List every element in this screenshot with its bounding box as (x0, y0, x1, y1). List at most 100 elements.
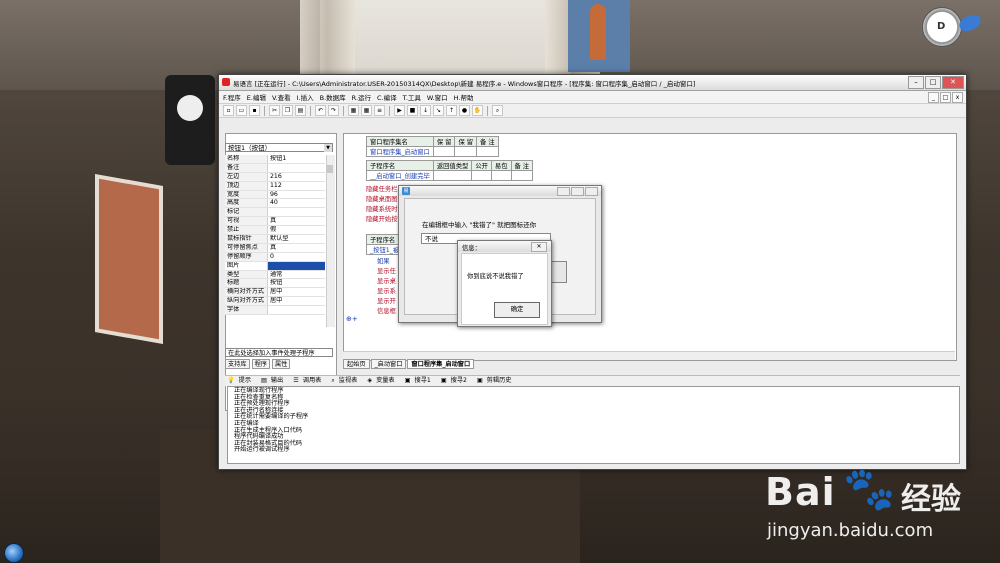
component-selector[interactable]: 按钮1（按钮） ▼ (225, 143, 333, 152)
menu-tools[interactable]: T.工具 (403, 92, 421, 102)
output-panel[interactable]: 正在编译现行程序 正在检查重复名称 正在预处理现行程序 正在进行名称连接 正在统… (227, 386, 960, 464)
menu-database[interactable]: B.数据库 (320, 92, 346, 102)
save-icon[interactable]: ▪ (249, 105, 260, 116)
tab-support-library[interactable]: 支持库 (225, 359, 250, 369)
output-line: 正在封装易格式目的代码 (234, 439, 303, 447)
tab-properties[interactable]: 属性 (271, 359, 291, 369)
subroutine-name[interactable]: __启动窗口_创建完毕 (366, 170, 434, 181)
property-scroll-thumb[interactable] (327, 165, 333, 173)
property-row[interactable]: 可视真 (225, 217, 325, 227)
corkboard (95, 174, 163, 344)
code-line[interactable]: 隐藏任务栏 (366, 184, 397, 193)
property-row[interactable]: 标记 (225, 208, 325, 218)
menu-window[interactable]: W.窗口 (427, 92, 448, 102)
message-box-titlebar: 信息： ✕ (458, 241, 551, 252)
property-row[interactable]: 可停留焦点真 (225, 243, 325, 253)
step-into-icon[interactable]: ↓ (420, 105, 431, 116)
paste-icon[interactable]: ▤ (295, 105, 306, 116)
tab-window-assembly[interactable]: 窗口程序集_启动窗口 (407, 359, 475, 369)
property-row[interactable]: 宽度 96 (225, 190, 325, 200)
cut-icon[interactable]: ✂ (269, 105, 280, 116)
dialog-maximize-button[interactable] (571, 187, 584, 196)
dialog-minimize-button[interactable] (557, 187, 570, 196)
menu-edit[interactable]: E.编辑 (247, 92, 266, 102)
stop-icon[interactable]: ■ (407, 105, 418, 116)
hand-icon[interactable]: ✋ (472, 105, 483, 116)
watermark-jingyan: 经验 (901, 482, 961, 517)
property-row[interactable]: 备注 (225, 163, 325, 173)
code-line[interactable]: 隐藏开始按 (366, 214, 397, 223)
property-row[interactable]: 鼠标指针 默认型 (225, 235, 325, 244)
property-row[interactable]: 标题 按钮 (225, 279, 325, 289)
copy-icon[interactable]: ❐ (282, 105, 293, 116)
code-line[interactable]: 显示任 (377, 266, 396, 275)
property-row[interactable]: 类型 通常 (225, 270, 325, 280)
run-icon[interactable]: ▶ (394, 105, 405, 116)
redo-icon[interactable]: ↷ (328, 105, 339, 116)
align-icon[interactable]: ≡ (374, 105, 385, 116)
property-row[interactable]: 顶边 112 (225, 181, 325, 191)
property-row[interactable]: 高度 40 (225, 199, 325, 209)
tab-search2[interactable]: ▣ 搜寻2 (439, 376, 471, 386)
tab-program[interactable]: 程序 (251, 359, 270, 369)
step-over-icon[interactable]: ↘ (433, 105, 444, 116)
tab-startup-window[interactable]: _启动窗口 (370, 359, 407, 369)
event-combo[interactable]: 在此处选择加入事件处理子程序 (225, 348, 333, 357)
message-box: 信息： ✕ 你到底说不说我错了 确定 (457, 240, 552, 327)
start-button[interactable] (4, 543, 24, 563)
property-row[interactable]: 停留顺序 0 (225, 252, 325, 262)
tab-output[interactable]: ▤ 输出 (259, 376, 287, 386)
tab-search1[interactable]: ▣ 搜寻1 (403, 376, 435, 386)
ide-title: 易语言 [正在运行] - C:\Users\Administrator.USER… (233, 80, 696, 88)
grid-icon[interactable]: ▦ (361, 105, 372, 116)
layout-icon[interactable]: ▦ (348, 105, 359, 116)
code-line[interactable]: 显示桌 (377, 276, 396, 285)
if-keyword[interactable]: 如果 (377, 256, 390, 265)
output-tabs: 💡 提示 ▤ 输出 ☰ 调用表 ⌕ 监视表 ◈ 变量表 ▣ 搜寻1 ▣ 搜寻2 … (225, 375, 960, 386)
bird-gadget-icon[interactable] (955, 10, 985, 38)
undo-icon[interactable]: ↶ (315, 105, 326, 116)
dialog-close-button[interactable] (585, 187, 598, 196)
fold-marker-icon[interactable]: ⊕+ (346, 315, 358, 323)
mdi-minimize-button[interactable]: _ (928, 92, 939, 103)
message-box-close-icon[interactable]: ✕ (531, 242, 547, 252)
property-scrollbar[interactable] (326, 155, 335, 327)
ok-button[interactable]: 确定 (494, 302, 540, 318)
property-row[interactable]: 纵向对齐方式 居中 (225, 297, 325, 307)
code-line[interactable]: 隐藏系统时 (366, 204, 397, 213)
property-row[interactable]: 字体 (225, 306, 325, 316)
tab-start-page[interactable]: 起始页 (343, 359, 370, 369)
assembly-name[interactable]: 窗口程序集_启动窗口 (366, 146, 434, 157)
find-icon[interactable]: ⌕ (492, 105, 503, 116)
menu-help[interactable]: H.帮助 (454, 92, 474, 102)
code-line[interactable]: 显示开 (377, 296, 396, 305)
tab-variables[interactable]: ◈ 变量表 (365, 376, 398, 386)
step-out-icon[interactable]: ↑ (446, 105, 457, 116)
minimize-button[interactable]: – (908, 76, 924, 89)
mdi-close-button[interactable]: x (952, 92, 963, 103)
property-row[interactable]: 左边 216 (225, 172, 325, 182)
menu-program[interactable]: F.程序 (223, 92, 241, 102)
menu-view[interactable]: V.查看 (272, 92, 291, 102)
code-line[interactable]: 隐藏桌面图 (366, 194, 397, 203)
property-row[interactable]: 横向对齐方式 居中 (225, 288, 325, 298)
code-line[interactable]: 显示系 (377, 286, 396, 295)
code-line[interactable]: 信息框 (377, 306, 396, 315)
tab-watch[interactable]: ⌕ 监视表 (329, 376, 361, 386)
menu-run[interactable]: R.运行 (352, 92, 371, 102)
mdi-restore-button[interactable]: □ (940, 92, 951, 103)
new-icon[interactable]: ▫ (223, 105, 234, 116)
tab-call-table[interactable]: ☰ 调用表 (291, 376, 325, 386)
property-row-selected[interactable]: 图片 (225, 261, 325, 271)
maximize-button[interactable]: □ (925, 76, 941, 89)
menu-compile[interactable]: C.编译 (377, 92, 397, 102)
property-row[interactable]: 禁止假 (225, 226, 325, 236)
menu-insert[interactable]: I.插入 (297, 92, 314, 102)
close-button[interactable]: ✕ (942, 76, 964, 89)
open-icon[interactable]: ▭ (236, 105, 247, 116)
breakpoint-icon[interactable]: ● (459, 105, 470, 116)
chevron-down-icon[interactable]: ▼ (324, 144, 332, 152)
tab-hint[interactable]: 💡 提示 (225, 376, 255, 386)
tab-clip-history[interactable]: ▣ 剪辑历史 (475, 376, 516, 386)
property-row[interactable]: 名称 按钮1 (225, 155, 325, 164)
